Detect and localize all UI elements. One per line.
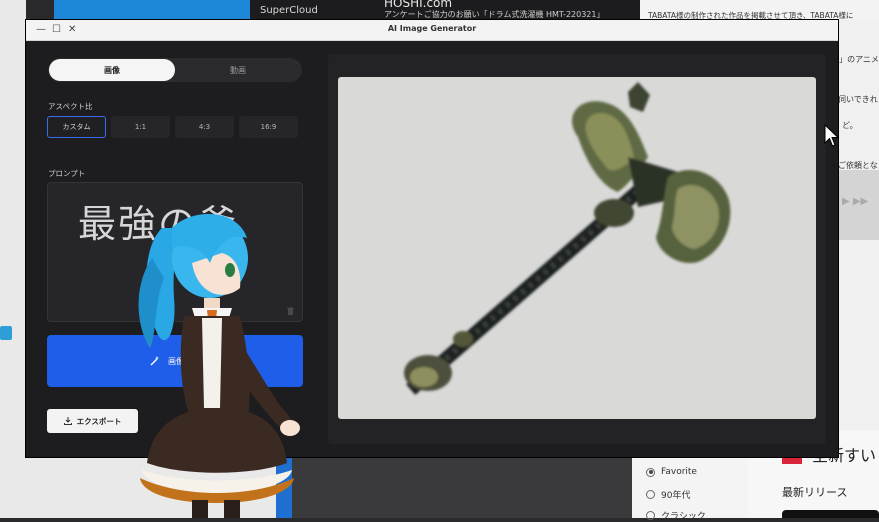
background-left-edge (0, 0, 26, 518)
radio-option[interactable]: Favorite (646, 467, 697, 477)
mode-toggle: 画像 動画 (48, 58, 302, 82)
background-supercloud-tab: SuperCloud (250, 0, 380, 20)
prompt-label: プロンプト (48, 169, 86, 178)
radio-dot (646, 467, 655, 477)
title-bar: — ☐ ✕ AI Image Generator (26, 20, 838, 41)
release-subheading: 最新リリース (782, 486, 848, 499)
generated-image-canvas[interactable] (338, 77, 816, 419)
background-media-player: ▶ ▶▶ (838, 170, 879, 240)
preview-panel (328, 54, 826, 444)
tab-image[interactable]: 画像 (49, 59, 175, 81)
release-bar (782, 510, 879, 518)
radio-dot (646, 490, 655, 499)
background-mail-item: HOSHI.com アンケートご協力のお願い「ドラム式洗濯機 HMT-22032… (380, 0, 640, 20)
anime-character-overlay (138, 214, 300, 518)
aspect-ratio-options: カスタム 1:1 4:3 16:9 (47, 116, 298, 138)
aspect-16-9-button[interactable]: 16:9 (239, 116, 298, 138)
radio-option[interactable]: 90年代 (646, 488, 690, 501)
radio-dot (646, 511, 655, 520)
radio-option[interactable]: クラシック (646, 509, 706, 522)
window-title: AI Image Generator (387, 24, 477, 33)
background-radio-list: Favorite 90年代 クラシック (632, 455, 748, 522)
radio-label: クラシック (661, 512, 706, 522)
supercloud-label: SuperCloud (260, 5, 318, 16)
media-controls: ▶ ▶▶ (842, 196, 869, 207)
mouse-cursor-icon (824, 124, 840, 147)
right-line-2: 伺いできれ (838, 95, 878, 104)
background-top-blue-window (54, 0, 250, 20)
tab-video[interactable]: 動画 (175, 59, 301, 81)
aspect-custom-button[interactable]: カスタム (47, 116, 106, 138)
axe-image (404, 82, 731, 395)
aspect-1-1-button[interactable]: 1:1 (111, 116, 170, 138)
download-icon (63, 417, 72, 425)
right-line-1: n」のアニメー (834, 55, 879, 64)
background-right-top: TABATA様の制作された作品を掲載させて頂き、TABATA様に (640, 0, 879, 20)
aspect-4-3-button[interactable]: 4:3 (175, 116, 234, 138)
export-button-label: エクスポート (76, 416, 122, 426)
right-line-3: ど。 (842, 121, 858, 130)
background-bottom-dark (292, 457, 632, 518)
mail-subtitle: アンケートご協力のお願い「ドラム式洗濯機 HMT-220321」 (384, 10, 605, 19)
radio-label: Favorite (661, 467, 697, 477)
radio-label: 90年代 (661, 491, 691, 501)
camera-icon (0, 326, 12, 340)
aspect-ratio-label: アスペクト比 (48, 102, 93, 111)
